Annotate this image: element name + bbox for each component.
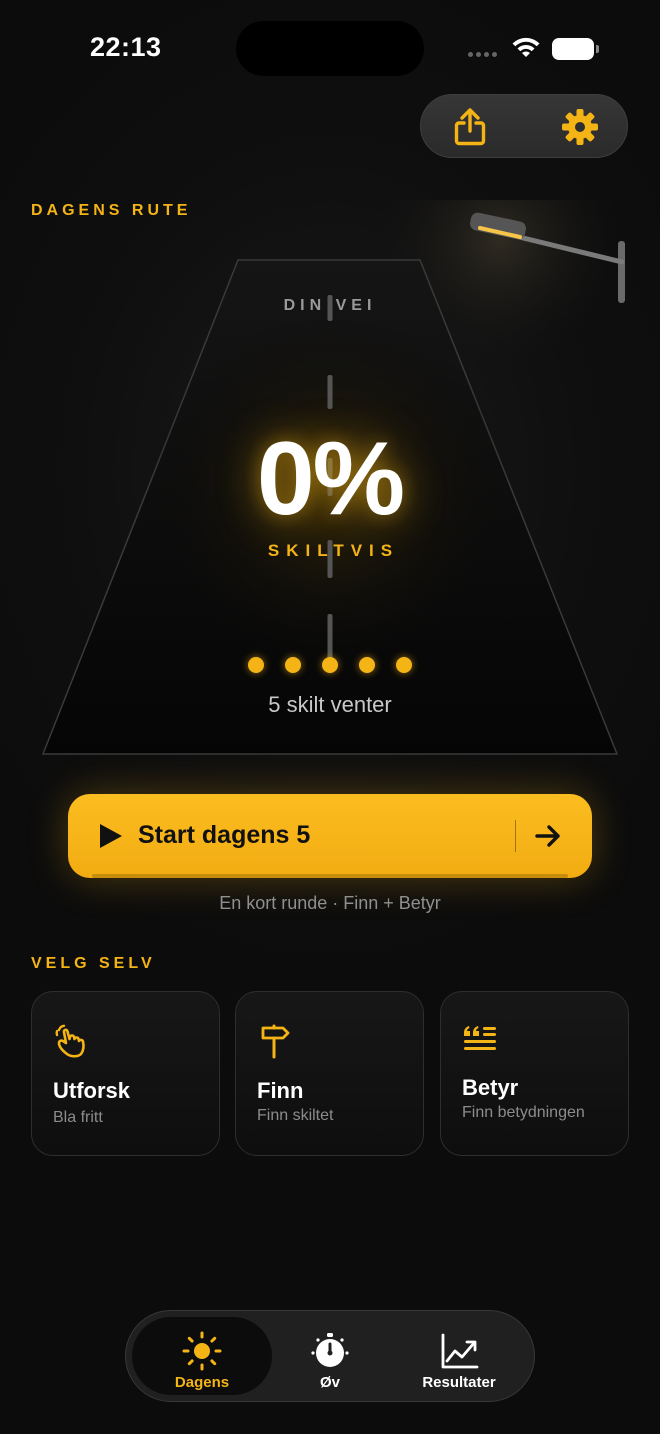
card-subtitle: Bla fritt [53, 1109, 103, 1126]
card-subtitle: Finn betydningen [462, 1104, 585, 1121]
sun-icon [182, 1331, 222, 1371]
sign-dot [396, 657, 412, 673]
tab-label: Dagens [174, 1374, 230, 1391]
rank-label: SKILTVIS [267, 541, 400, 560]
timer-icon [311, 1333, 349, 1367]
tab-label: Øv [319, 1374, 340, 1391]
signpost-icon [261, 1024, 290, 1059]
start-daily-button[interactable]: Start dagens 5 [68, 794, 592, 878]
share-button[interactable] [448, 105, 492, 149]
signs-waiting-text: 5 skilt venter [268, 692, 392, 717]
tab-dagens[interactable]: Dagens [132, 1317, 272, 1395]
sign-dot [359, 657, 375, 673]
tab-bar: Dagens Øv Resultater [125, 1310, 535, 1402]
card-title: Betyr [462, 1075, 519, 1100]
top-actions [420, 94, 628, 158]
progress-percent: 0% [256, 421, 405, 537]
dynamic-island [236, 21, 424, 76]
signal-icon [468, 52, 497, 57]
settings-button[interactable] [558, 105, 602, 149]
start-button-label: Start dagens 5 [138, 821, 311, 849]
button-divider [515, 820, 516, 852]
section-title-choose: VELG SELV [31, 955, 156, 972]
wifi-icon [512, 37, 540, 57]
home-screen: 22:13 DAGENS RUTE DIN VEI 0% SKILTVIS 5 … [0, 0, 660, 1434]
arrow-right-icon [535, 825, 560, 847]
status-time: 22:13 [90, 32, 162, 62]
sign-dot [285, 657, 301, 673]
hand-pointer-icon [55, 1024, 85, 1058]
mode-card-finn[interactable]: Finn Finn skiltet [235, 991, 424, 1156]
card-title: Finn [257, 1078, 304, 1103]
quote-text-icon [464, 1026, 496, 1050]
card-title: Utforsk [53, 1078, 131, 1103]
start-subtitle: En kort runde · Finn + Betyr [219, 893, 441, 913]
gear-icon [562, 109, 598, 145]
card-subtitle: Finn skiltet [257, 1107, 334, 1124]
sign-dot [322, 657, 338, 673]
tab-resultater[interactable]: Resultater [389, 1317, 529, 1395]
sign-dots [0, 657, 660, 673]
tab-ov[interactable]: Øv [260, 1317, 400, 1395]
battery-icon [552, 38, 599, 60]
share-icon [454, 108, 486, 146]
play-icon [100, 824, 122, 848]
chart-icon [441, 1333, 479, 1369]
sign-dot [248, 657, 264, 673]
mode-card-betyr[interactable]: Betyr Finn betydningen [440, 991, 629, 1156]
road-top-label: DIN VEI [283, 297, 377, 314]
button-progress-track [92, 874, 568, 878]
tab-label: Resultater [422, 1374, 496, 1391]
mode-card-utforsk[interactable]: Utforsk Bla fritt [31, 991, 220, 1156]
